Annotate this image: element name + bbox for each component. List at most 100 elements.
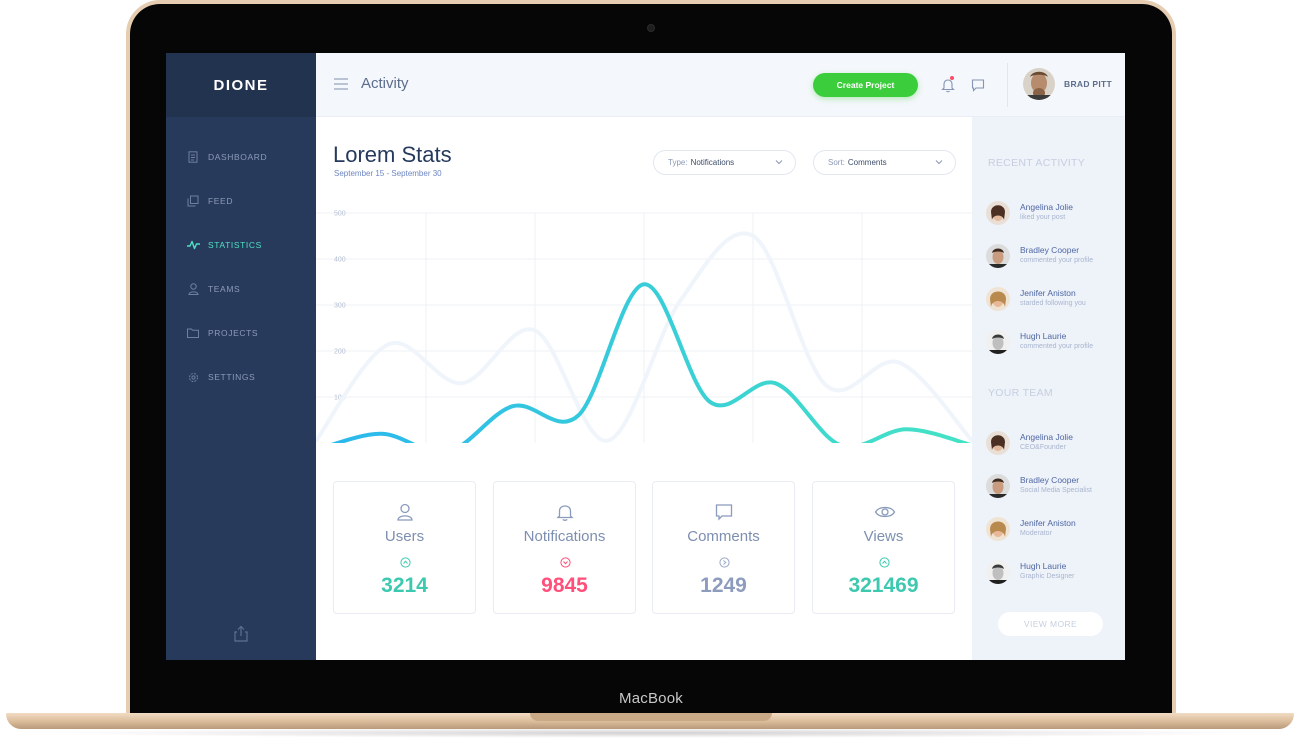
sidebar-item-teams[interactable]: TEAMS	[166, 267, 316, 311]
section-title: Lorem Stats	[333, 142, 452, 167]
view-more-button[interactable]: VIEW MORE	[998, 612, 1103, 636]
date-range[interactable]: September 15 - September 30	[334, 169, 442, 178]
stat-card-comments[interactable]: Comments 1249	[652, 481, 795, 614]
user-avatar[interactable]	[1023, 68, 1055, 100]
type-filter-value: Notifications	[690, 158, 735, 167]
sidebar-item-label: SETTINGS	[208, 372, 256, 382]
device-brand-label: MacBook	[619, 690, 683, 707]
type-filter-key: Type:	[668, 158, 688, 167]
activity-item[interactable]: Jenifer Aniston starded following you	[986, 284, 1121, 314]
chevron-down-icon	[935, 158, 943, 168]
user-icon	[186, 282, 200, 296]
activity-name: Jenifer Aniston	[1020, 288, 1076, 298]
activity-text: liked your post	[1020, 214, 1066, 221]
stat-label: Notifications	[523, 528, 606, 545]
notification-dot	[950, 76, 954, 80]
sidebar-item-settings[interactable]: SETTINGS	[166, 355, 316, 399]
stat-value: 321469	[848, 574, 919, 597]
stat-card-notifications[interactable]: Notifications 9845	[493, 481, 636, 614]
sort-filter-dropdown[interactable]: Sort: Comments	[813, 150, 956, 175]
avatar	[986, 560, 1010, 584]
sidebar-item-label: FEED	[208, 196, 234, 206]
sidebar-item-dashboard[interactable]: DASHBOARD	[166, 135, 316, 179]
stat-card-users[interactable]: Users 3214	[333, 481, 476, 614]
camera-icon	[647, 24, 655, 32]
trend-neutral-icon	[719, 555, 730, 568]
gear-icon	[186, 370, 200, 384]
notifications-button[interactable]	[941, 76, 955, 93]
bell-icon	[555, 502, 575, 522]
avatar	[986, 474, 1010, 498]
sidebar-item-label: PROJECTS	[208, 328, 259, 338]
laptop-notch	[530, 713, 772, 721]
recent-activity-heading: RECENT ACTIVITY	[988, 157, 1086, 169]
type-filter-dropdown[interactable]: Type: Notifications	[653, 150, 796, 175]
avatar	[986, 431, 1010, 455]
member-role: Social Media Specialist	[1020, 487, 1092, 494]
sort-filter-key: Sort:	[828, 158, 845, 167]
main-content: Lorem Stats September 15 - September 30 …	[316, 117, 972, 660]
sidebar-item-projects[interactable]: PROJECTS	[166, 311, 316, 355]
activity-panel: RECENT ACTIVITY Angelina Jolie liked you…	[972, 117, 1125, 660]
activity-name: Bradley Cooper	[1020, 245, 1080, 255]
sort-filter-value: Comments	[847, 158, 887, 167]
activity-name: Angelina Jolie	[1020, 202, 1073, 212]
member-name: Hugh Laurie	[1020, 561, 1067, 571]
bell-icon	[941, 79, 955, 97]
y-tick-label: 400	[334, 257, 346, 264]
user-icon	[395, 502, 415, 522]
activity-text: commented your profile	[1020, 343, 1094, 350]
team-member[interactable]: Jenifer Aniston Moderator	[986, 514, 1121, 544]
messages-button[interactable]	[971, 78, 985, 92]
member-role: CEO&Founder	[1020, 444, 1066, 451]
y-tick-label: 300	[334, 303, 346, 310]
create-project-button[interactable]: Create Project	[813, 73, 918, 97]
activity-text: starded following you	[1020, 300, 1086, 307]
member-name: Angelina Jolie	[1020, 432, 1073, 442]
y-tick-label: 200	[334, 349, 346, 356]
sidebar-item-label: DASHBOARD	[208, 152, 268, 162]
stat-card-views[interactable]: Views 321469	[812, 481, 955, 614]
activity-name: Hugh Laurie	[1020, 331, 1067, 341]
trend-down-icon	[560, 555, 571, 568]
page-title: Activity	[361, 75, 409, 92]
activity-line-chart: 500400300200100	[316, 211, 972, 443]
sidebar-item-label: TEAMS	[208, 284, 241, 294]
team-member[interactable]: Hugh Laurie Graphic Designer	[986, 557, 1121, 587]
laptop-shadow	[40, 728, 1260, 738]
activity-item[interactable]: Angelina Jolie liked your post	[986, 198, 1121, 228]
topbar-divider	[1007, 63, 1008, 107]
copy-icon	[186, 194, 200, 208]
stat-label: Views	[863, 528, 904, 545]
activity-text: commented your profile	[1020, 257, 1094, 264]
team-member[interactable]: Angelina Jolie CEO&Founder	[986, 428, 1121, 458]
app-logo[interactable]: DIONE	[166, 53, 316, 117]
share-icon	[232, 625, 250, 648]
sidebar-item-feed[interactable]: FEED	[166, 179, 316, 223]
menu-icon[interactable]	[334, 78, 348, 90]
top-bar: Activity Create Project BRAD PITT	[316, 53, 1125, 117]
eye-icon	[874, 502, 896, 522]
share-button[interactable]	[230, 625, 252, 647]
sidebar-item-label: STATISTICS	[208, 240, 262, 250]
member-name: Jenifer Aniston	[1020, 518, 1076, 528]
stat-value: 1249	[700, 574, 747, 597]
activity-item[interactable]: Bradley Cooper commented your profile	[986, 241, 1121, 271]
stat-label: Users	[384, 528, 425, 545]
member-name: Bradley Cooper	[1020, 475, 1080, 485]
trend-up-icon	[879, 555, 890, 568]
member-role: Graphic Designer	[1020, 573, 1075, 580]
pulse-icon	[186, 238, 200, 252]
y-tick-label: 500	[334, 211, 346, 218]
app-screen: DIONE DASHBOARD FEED STATISTICS TEAMS PR…	[166, 53, 1125, 660]
activity-item[interactable]: Hugh Laurie commented your profile	[986, 327, 1121, 357]
avatar	[986, 330, 1010, 354]
document-icon	[186, 150, 200, 164]
your-team-heading: YOUR TEAM	[988, 387, 1053, 399]
team-member[interactable]: Bradley Cooper Social Media Specialist	[986, 471, 1121, 501]
sidebar-item-statistics[interactable]: STATISTICS	[166, 223, 316, 267]
chevron-down-icon	[775, 158, 783, 168]
user-name[interactable]: BRAD PITT	[1064, 79, 1112, 89]
folder-icon	[186, 326, 200, 340]
stat-value: 3214	[381, 574, 428, 597]
